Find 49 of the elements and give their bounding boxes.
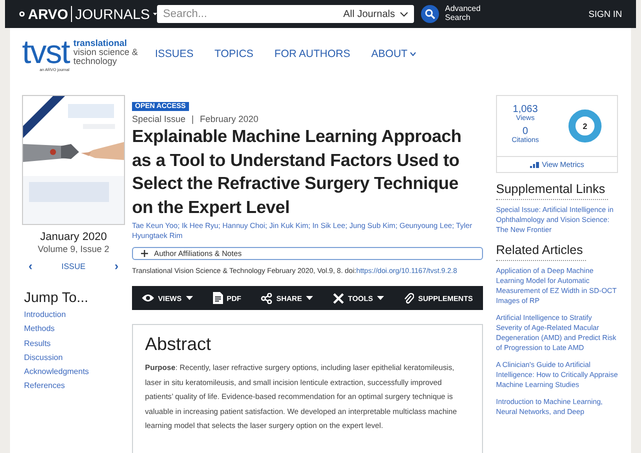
plus-icon — [141, 250, 148, 257]
section-link[interactable]: Acknowledgments — [24, 365, 89, 380]
jump-to-heading: Jump To... — [24, 289, 89, 305]
section-name: JOURNALS — [71, 6, 150, 22]
eye-icon — [142, 294, 154, 302]
article-title: Explainable Machine Learning Approach as a Tool to Understand Factors Used to Select the Refractive Surgery Technique on the Expert Level — [132, 125, 462, 219]
scope-dropdown[interactable]: All Journals — [343, 8, 408, 20]
article-date: February 2020 — [200, 114, 258, 124]
previous-issue-link[interactable]: ‹ — [28, 259, 32, 273]
nav-link[interactable]: ISSUES — [155, 48, 194, 60]
issue-date: January 2020 — [40, 231, 107, 243]
logo-icon — [19, 9, 25, 19]
section-link[interactable]: Discussion — [24, 350, 89, 366]
section-link[interactable]: Introduction — [24, 308, 89, 322]
logo-text: technology — [73, 56, 118, 66]
search-field[interactable]: Search... All Journals — [157, 5, 414, 23]
views-count: 1,063 — [512, 104, 539, 115]
tools-icon — [333, 292, 344, 304]
logo-text: translational — [73, 38, 128, 48]
score-badge[interactable]: 2 — [568, 109, 602, 143]
issue-link[interactable]: ISSUE — [61, 262, 86, 270]
brand-name: ARVO — [28, 6, 68, 22]
logo-text: vision science & — [73, 48, 138, 56]
section-link[interactable]: Methods — [24, 322, 89, 337]
issue-volume: Volume 9, Issue 2 — [38, 244, 110, 254]
search-button[interactable] — [421, 5, 439, 23]
separator-text: | — [192, 114, 194, 124]
nav-link[interactable]: ABOUT — [371, 48, 416, 60]
logo-abbreviation: tvst — [22, 36, 70, 66]
document-icon — [212, 292, 223, 304]
sign-in-link[interactable]: SIGN IN — [588, 9, 622, 19]
section-link[interactable]: Results — [24, 336, 89, 351]
share-icon — [261, 292, 272, 304]
next-issue-link[interactable]: › — [114, 259, 118, 273]
journals-logo[interactable]: ARVO JOURNALS — [19, 6, 157, 22]
advanced-search-link[interactable]: Advanced Search — [445, 5, 485, 23]
nav-link[interactable]: TOPICS — [214, 48, 254, 60]
section-link[interactable]: References — [24, 379, 89, 394]
search-icon — [425, 9, 435, 19]
bar-chart-icon — [530, 162, 539, 168]
article-category: Special Issue — [132, 114, 186, 124]
related-articles-heading: Related Articles — [496, 243, 586, 261]
caret-icon — [152, 12, 157, 16]
nav-link[interactable]: FOR AUTHORS — [274, 48, 350, 60]
citations-count: 0 — [522, 126, 528, 137]
supplemental-links-heading: Supplemental Links — [496, 182, 608, 200]
abstract-heading: Abstract — [145, 334, 212, 355]
paperclip-icon — [404, 292, 414, 304]
chevron-icon — [400, 12, 408, 16]
